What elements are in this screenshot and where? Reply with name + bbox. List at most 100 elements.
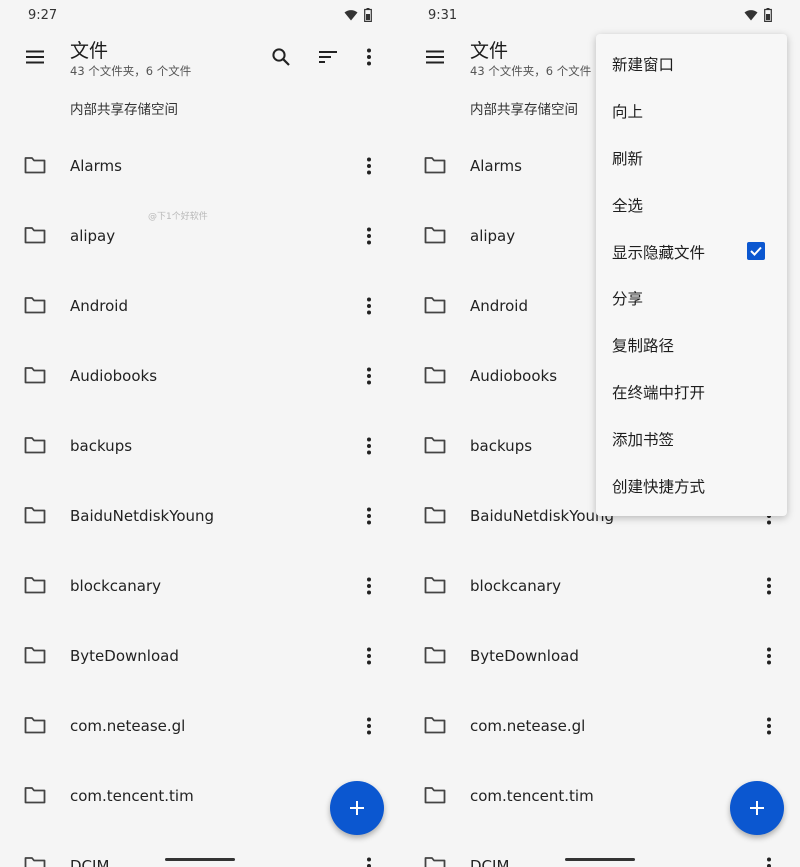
item-more-button[interactable] [356, 153, 382, 179]
list-item[interactable]: backups [0, 411, 400, 481]
add-fab-button[interactable] [730, 781, 784, 835]
folder-icon [424, 227, 446, 244]
status-time: 9:27 [28, 8, 58, 23]
file-name: DCIM [70, 857, 110, 867]
more-vert-icon [367, 717, 371, 735]
folder-icon [424, 857, 446, 867]
item-more-button[interactable] [756, 573, 782, 599]
search-button[interactable] [266, 42, 296, 72]
more-vert-icon [367, 437, 371, 455]
menu-item-create-shortcut[interactable]: 创建快捷方式 [596, 462, 787, 509]
folder-icon [424, 367, 446, 384]
status-time: 9:31 [428, 8, 458, 23]
item-more-button[interactable] [356, 503, 382, 529]
item-more-button[interactable] [356, 573, 382, 599]
wifi-icon [744, 10, 758, 21]
add-fab-button[interactable] [330, 781, 384, 835]
sort-icon [319, 51, 337, 63]
folder-icon [424, 157, 446, 174]
list-item[interactable]: blockcanary [0, 551, 400, 621]
item-more-button[interactable] [356, 853, 382, 867]
list-item[interactable]: DCIM [0, 831, 400, 867]
more-vert-icon [367, 367, 371, 385]
item-more-button[interactable] [756, 643, 782, 669]
page-title: 文件 [70, 40, 109, 62]
more-vert-icon [367, 577, 371, 595]
folder-icon [24, 647, 46, 664]
sort-button[interactable] [313, 42, 343, 72]
list-item[interactable]: BaiduNetdiskYoung [0, 481, 400, 551]
status-bar: 9:31 [400, 0, 800, 30]
menu-item-refresh[interactable]: 刷新 [596, 135, 787, 182]
gesture-handle[interactable] [565, 858, 635, 861]
list-item[interactable]: com.netease.gl [400, 691, 800, 761]
file-name: Alarms [470, 157, 522, 175]
folder-icon [24, 507, 46, 524]
list-item[interactable]: ByteDownload [0, 621, 400, 691]
item-more-button[interactable] [356, 433, 382, 459]
menu-item-up[interactable]: 向上 [596, 88, 787, 135]
item-more-button[interactable] [756, 713, 782, 739]
gesture-handle[interactable] [165, 858, 235, 861]
page-subtitle: 43 个文件夹，6 个文件 [470, 64, 592, 78]
menu-button[interactable] [422, 44, 448, 70]
file-name: com.tencent.tim [70, 787, 194, 805]
file-name: com.netease.gl [70, 717, 186, 735]
menu-item-select-all[interactable]: 全选 [596, 181, 787, 228]
folder-icon [24, 717, 46, 734]
more-vert-icon [367, 227, 371, 245]
folder-icon [424, 577, 446, 594]
breadcrumb[interactable]: 内部共享存储空间 [470, 98, 578, 118]
list-item[interactable]: com.netease.gl [0, 691, 400, 761]
breadcrumb[interactable]: 内部共享存储空间 [70, 98, 178, 118]
file-name: com.tencent.tim [470, 787, 594, 805]
menu-item-show-hidden[interactable]: 显示隐藏文件 [596, 228, 787, 275]
folder-icon [24, 367, 46, 384]
folder-icon [424, 297, 446, 314]
folder-icon [24, 437, 46, 454]
folder-icon [24, 787, 46, 804]
status-bar: 9:27 [0, 0, 400, 30]
menu-item-copy-path[interactable]: 复制路径 [596, 322, 787, 369]
folder-icon [24, 157, 46, 174]
menu-item-share[interactable]: 分享 [596, 275, 787, 322]
item-more-button[interactable] [356, 363, 382, 389]
list-item[interactable]: DCIM [400, 831, 800, 867]
right-screen: 9:31 文件 43 个文件夹，6 个文件 内部共享存储空间 Alarms al… [400, 0, 800, 867]
file-name: com.netease.gl [470, 717, 586, 735]
folder-icon [24, 577, 46, 594]
list-item[interactable]: Audiobooks [0, 341, 400, 411]
menu-item-label: 显示隐藏文件 [612, 243, 706, 262]
menu-item-add-bookmark[interactable]: 添加书签 [596, 415, 787, 462]
list-item[interactable]: Android [0, 271, 400, 341]
file-name: Audiobooks [470, 367, 558, 385]
show-hidden-checkbox[interactable] [747, 242, 765, 261]
more-vert-icon [767, 717, 771, 735]
list-item[interactable]: Alarms [0, 131, 400, 201]
more-vert-icon [367, 647, 371, 665]
file-list: Alarms alipay Android Audiobooks backups… [0, 131, 400, 867]
check-icon [750, 247, 762, 257]
item-more-button[interactable] [756, 853, 782, 867]
item-more-button[interactable] [356, 223, 382, 249]
item-more-button[interactable] [356, 643, 382, 669]
list-item[interactable]: blockcanary [400, 551, 800, 621]
more-options-button[interactable] [354, 42, 384, 72]
file-name: Alarms [70, 157, 122, 175]
folder-icon [424, 787, 446, 804]
file-name: blockcanary [70, 577, 161, 595]
menu-button[interactable] [22, 44, 48, 70]
menu-item-new-window[interactable]: 新建窗口 [596, 41, 787, 88]
search-icon [272, 48, 290, 66]
wifi-icon [344, 10, 358, 21]
list-item[interactable]: ByteDownload [400, 621, 800, 691]
folder-icon [24, 857, 46, 867]
add-icon [750, 801, 764, 815]
menu-item-open-in-terminal[interactable]: 在终端中打开 [596, 369, 787, 416]
folder-icon [24, 227, 46, 244]
item-more-button[interactable] [356, 713, 382, 739]
item-more-button[interactable] [356, 293, 382, 319]
file-name: blockcanary [470, 577, 561, 595]
overflow-menu: 新建窗口 向上 刷新 全选 显示隐藏文件 分享 复制路径 在终端中打开 添加书签… [596, 34, 787, 516]
more-vert-icon [767, 577, 771, 595]
